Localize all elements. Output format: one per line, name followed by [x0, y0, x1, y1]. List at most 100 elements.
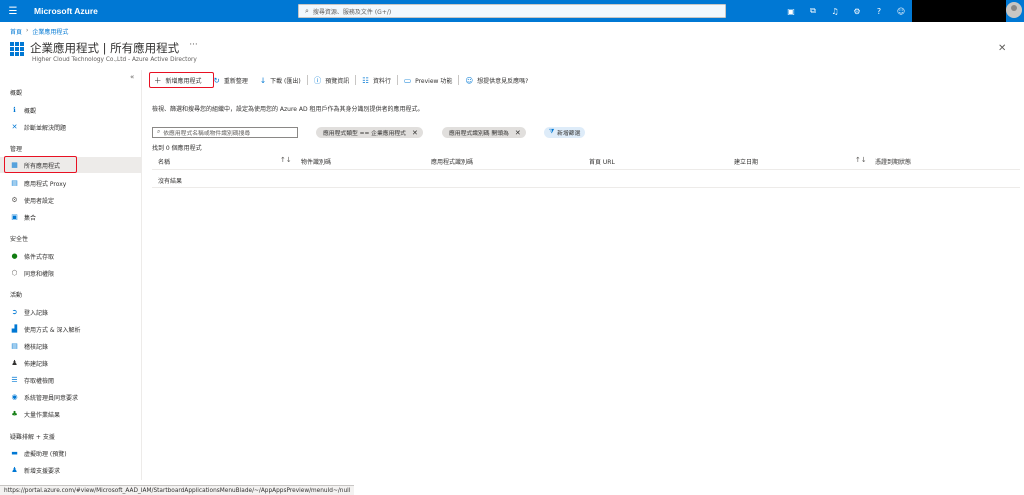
page-header: 企業應用程式 | 所有應用程式 ···: [10, 40, 198, 56]
support-person-icon: ♟: [11, 466, 18, 474]
app-search-placeholder: 依應用程式名稱或物件識別碼搜尋: [163, 131, 251, 137]
sidebar-item-provisioning-logs[interactable]: ♟ 佈建記錄: [0, 355, 141, 371]
close-icon[interactable]: ✕: [998, 43, 1006, 54]
sidebar-item-access-reviews[interactable]: ☰ 存取權檢閱: [0, 372, 141, 388]
global-search-input[interactable]: ⌕ 搜尋資源、服務及文件 (G+/): [298, 4, 726, 18]
sidebar-item-new-support[interactable]: ♟ 新增支援要求: [0, 462, 141, 478]
sidebar-item-virtual-assistant[interactable]: ▬ 虛擬助理 (預覽): [0, 445, 141, 461]
sidebar-item-audit-logs[interactable]: ▤ 稽核記錄: [0, 338, 141, 354]
search-icon: ⌕: [305, 6, 309, 15]
download-button[interactable]: ↓ 下載 (匯出): [254, 72, 307, 88]
breadcrumb-home[interactable]: 首頁: [10, 27, 22, 36]
avatar[interactable]: [1006, 2, 1022, 18]
enterprise-apps-grid-icon: [10, 42, 24, 56]
sidebar-item-label: 概觀: [24, 107, 37, 115]
filter-pill-label: 應用程式類型 == 企業應用程式: [323, 131, 406, 137]
download-label: 下載 (匯出): [270, 77, 301, 85]
sidebar: « 概觀 ℹ 概觀 ✕ 診斷並解決問題 管理 ▦ 所有應用程式 ▤ 應用程式 P…: [0, 70, 142, 480]
filter-pill-app-id[interactable]: 應用程式識別碼 開頭為 ✕: [442, 127, 526, 138]
settings-gear-icon: ⚙: [11, 196, 18, 204]
sidebar-section-troubleshoot: 疑難排解 + 支援: [10, 434, 55, 441]
info-icon: ℹ: [13, 106, 16, 114]
help-icon[interactable]: ?: [868, 7, 890, 16]
refresh-label: 重新整理: [223, 77, 248, 85]
sidebar-item-label: 登入記錄: [24, 309, 49, 317]
preview-features-icon: ▭: [403, 75, 412, 85]
sidebar-section-overview: 概觀: [10, 90, 23, 97]
sidebar-item-label: 應用程式 Proxy: [24, 180, 67, 188]
preview-features-button[interactable]: ▭ Preview 功能: [398, 72, 458, 88]
status-bar-url: https://portal.azure.com/#view/Microsoft…: [0, 485, 355, 495]
more-options-icon[interactable]: ···: [189, 40, 198, 50]
breadcrumb-separator-icon: ›: [26, 27, 29, 34]
sidebar-item-app-proxy[interactable]: ▤ 應用程式 Proxy: [0, 175, 141, 191]
feedback-label: 想提供意見反應嗎?: [477, 77, 529, 85]
list-icon: ☰: [11, 376, 18, 384]
sidebar-item-label: 條件式存取: [24, 253, 55, 261]
result-count: 找到 0 個應用程式: [152, 145, 202, 152]
collection-icon: ▣: [11, 213, 18, 221]
empty-result: 沒有結果: [158, 178, 183, 185]
top-bar: ☰ Microsoft Azure ⌕ 搜尋資源、服務及文件 (G+/) ▣ ⧉…: [0, 0, 1024, 22]
sidebar-item-overview[interactable]: ℹ 概觀: [0, 102, 141, 118]
columns-button[interactable]: ☷ 資料行: [356, 72, 397, 88]
columns-label: 資料行: [372, 77, 391, 85]
column-name[interactable]: 名稱: [158, 157, 170, 166]
audit-log-icon: ▤: [11, 342, 18, 350]
sidebar-item-label: 稽核記錄: [24, 343, 49, 351]
highlight-new-app: [149, 72, 214, 88]
sidebar-section-manage: 管理: [10, 146, 23, 153]
column-cert-expiry[interactable]: 憑證到期狀態: [875, 157, 911, 166]
filter-plus-icon: ⧩: [549, 129, 555, 135]
refresh-button[interactable]: ↻ 重新整理: [208, 72, 254, 88]
breadcrumb-current[interactable]: 企業應用程式: [32, 27, 68, 36]
feedback-button[interactable]: ☺ 想提供意見反應嗎?: [459, 72, 534, 88]
sort-icon[interactable]: ↑↓: [855, 156, 867, 164]
column-homepage-url[interactable]: 首頁 URL: [589, 157, 615, 166]
add-filter-button[interactable]: ⧩ 新增篩選: [544, 127, 586, 138]
sidebar-item-user-settings[interactable]: ⚙ 使用者設定: [0, 192, 141, 208]
cloud-shell-icon[interactable]: ▣: [780, 7, 802, 16]
filter-pill-app-type[interactable]: 應用程式類型 == 企業應用程式 ✕: [316, 127, 423, 138]
sidebar-item-label: 同意和權限: [24, 270, 55, 278]
sidebar-item-usage-insights[interactable]: ▟ 使用方式 & 深入解析: [0, 321, 141, 337]
table-header: 名稱 ↑↓ 物件識別碼 應用程式識別碼 首頁 URL 建立日期 ↑↓ 憑證到期狀…: [152, 153, 1020, 170]
brand-title[interactable]: Microsoft Azure: [34, 6, 98, 16]
cube-icon: ⬡: [11, 269, 18, 277]
column-object-id[interactable]: 物件識別碼: [301, 157, 331, 166]
notification-bell-icon[interactable]: ♫: [824, 7, 846, 16]
signin-log-icon: ➲: [11, 308, 18, 316]
remove-filter-icon[interactable]: ✕: [412, 129, 418, 137]
sidebar-item-admin-consent[interactable]: ◉ 系統管理員同意要求: [0, 389, 141, 405]
bar-chart-icon: ▟: [11, 325, 18, 333]
feedback-icon[interactable]: ☺: [890, 7, 912, 16]
sidebar-item-diagnose[interactable]: ✕ 診斷並解決問題: [0, 119, 141, 135]
settings-gear-icon[interactable]: ⚙: [846, 7, 868, 16]
sidebar-item-conditional-access[interactable]: ● 條件式存取: [0, 248, 141, 264]
remove-filter-icon[interactable]: ✕: [515, 129, 521, 137]
top-icons: ▣ ⧉ ♫ ⚙ ? ☺: [780, 0, 912, 22]
collapse-sidebar-icon[interactable]: «: [130, 73, 134, 81]
sidebar-item-signin-logs[interactable]: ➲ 登入記錄: [0, 304, 141, 320]
app-search-input[interactable]: ⌕ 依應用程式名稱或物件識別碼搜尋: [152, 127, 298, 138]
directory-filter-icon[interactable]: ⧉: [802, 6, 824, 16]
info-icon: ⓘ: [313, 75, 322, 85]
column-created-date[interactable]: 建立日期: [734, 157, 758, 166]
preview-info-button[interactable]: ⓘ 預覽資訊: [308, 72, 356, 88]
sidebar-item-collections[interactable]: ▣ 集合: [0, 209, 141, 225]
account-info[interactable]: [912, 0, 1006, 22]
download-icon: ↓: [259, 75, 267, 85]
page-title: 企業應用程式 | 所有應用程式: [30, 41, 180, 55]
sidebar-item-bulk-results[interactable]: ♣ 大量作業結果: [0, 406, 141, 422]
wrench-icon: ✕: [11, 123, 18, 131]
column-app-id[interactable]: 應用程式識別碼: [431, 157, 473, 166]
table-divider: [152, 187, 1020, 188]
sort-icon[interactable]: ↑↓: [280, 156, 292, 164]
globe-icon: ◉: [11, 393, 18, 401]
highlight-all-apps: [4, 156, 77, 173]
preview-info-label: 預覽資訊: [325, 77, 350, 85]
sidebar-item-consent[interactable]: ⬡ 同意和權限: [0, 265, 141, 281]
hamburger-menu-icon[interactable]: ☰: [0, 0, 26, 22]
sidebar-item-label: 新增支援要求: [24, 467, 61, 475]
group-icon: ♣: [11, 410, 18, 418]
